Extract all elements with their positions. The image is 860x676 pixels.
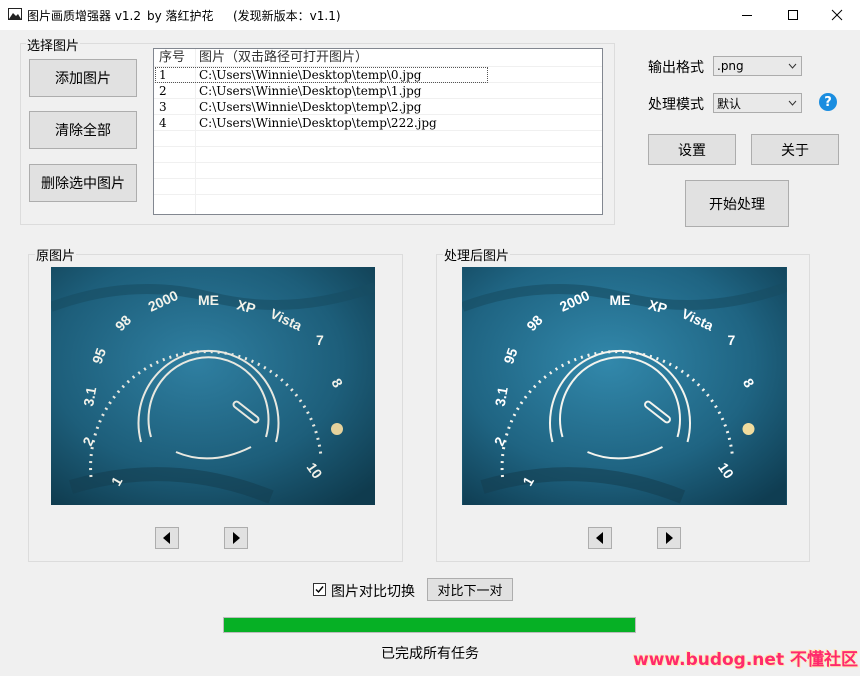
delete-selected-button[interactable]: 删除选中图片 <box>29 164 137 202</box>
triangle-right-icon <box>666 532 673 544</box>
dial-photo-processed: 1 2 3.1 95 98 2000 ME XP Vista 7 8 10 <box>462 267 787 505</box>
processed-next-button[interactable] <box>657 527 681 549</box>
dial-label: 3.1 <box>492 385 511 407</box>
output-format-label: 输出格式 <box>648 60 704 76</box>
file-list[interactable]: 序号 图片（双击路径可打开图片） 1 C:\Users\Winnie\Deskt… <box>153 48 603 215</box>
row-path[interactable]: C:\Users\Winnie\Desktop\temp\222.jpg <box>199 115 437 131</box>
dial-label: 7 <box>316 332 324 348</box>
progress-fill <box>224 618 635 632</box>
processing-mode-select[interactable]: 默认 <box>713 93 802 113</box>
column-header-index[interactable]: 序号 <box>159 49 185 66</box>
close-icon <box>831 9 843 21</box>
select-images-label: 选择图片 <box>26 35 81 54</box>
output-format-select[interactable]: .png <box>713 56 802 76</box>
dial-label: ME <box>610 292 631 308</box>
status-text: 已完成所有任务 <box>381 646 479 662</box>
processing-mode-label: 处理模式 <box>648 97 704 113</box>
row-path[interactable]: C:\Users\Winnie\Desktop\temp\2.jpg <box>199 99 421 115</box>
clear-all-button[interactable]: 清除全部 <box>29 111 137 149</box>
compare-toggle-label[interactable]: 图片对比切换 <box>331 581 415 601</box>
compare-toggle-checkbox[interactable] <box>313 583 326 596</box>
settings-button[interactable]: 设置 <box>648 134 736 165</box>
original-image-label: 原图片 <box>35 245 77 264</box>
row-index: 2 <box>159 84 167 98</box>
progress-bar <box>223 617 636 633</box>
maximize-button[interactable] <box>770 0 816 30</box>
row-index: 3 <box>159 100 167 114</box>
triangle-left-icon <box>596 532 603 544</box>
row-index: 1 <box>159 68 167 82</box>
original-prev-button[interactable] <box>155 527 179 549</box>
processed-image: 1 2 3.1 95 98 2000 ME XP Vista 7 8 10 <box>462 267 787 505</box>
update-notice-link[interactable]: (发现新版本：v1.1) <box>233 7 341 24</box>
original-image: 1 2 3.1 95 98 2000 ME XP Vista 7 8 10 <box>51 267 375 505</box>
compare-next-pair-button[interactable]: 对比下一对 <box>427 578 513 601</box>
windows-logo-icon <box>331 423 343 435</box>
window-title: 图片画质增强器 v1.2 <box>27 9 142 23</box>
maximize-icon <box>788 10 798 20</box>
processed-image-label: 处理后图片 <box>443 245 511 264</box>
processed-prev-button[interactable] <box>588 527 612 549</box>
output-format-value: .png <box>717 59 744 73</box>
triangle-right-icon <box>233 532 240 544</box>
row-index: 4 <box>159 116 167 130</box>
close-button[interactable] <box>814 0 860 30</box>
app-image-icon <box>8 8 22 20</box>
dial-label: ME <box>198 292 219 308</box>
dial-label: 7 <box>728 332 736 348</box>
original-next-button[interactable] <box>224 527 248 549</box>
row-path[interactable]: C:\Users\Winnie\Desktop\temp\1.jpg <box>199 83 421 99</box>
chevron-down-icon <box>788 100 797 106</box>
column-header-path[interactable]: 图片（双击路径可打开图片） <box>199 49 368 66</box>
help-icon[interactable]: ? <box>819 93 837 111</box>
add-image-button[interactable]: 添加图片 <box>29 59 137 97</box>
title-bar: 图片画质增强器 v1.2 by 落红护花 (发现新版本：v1.1) <box>0 0 860 30</box>
author-label: by 落红护花 <box>147 9 214 23</box>
dial-label: 3.1 <box>80 385 99 407</box>
processing-mode-value: 默认 <box>717 96 742 111</box>
about-button[interactable]: 关于 <box>751 134 839 165</box>
chevron-down-icon <box>788 63 797 69</box>
triangle-left-icon <box>163 532 170 544</box>
windows-logo-icon <box>742 423 755 435</box>
row-path[interactable]: C:\Users\Winnie\Desktop\temp\0.jpg <box>199 67 421 83</box>
minimize-button[interactable] <box>724 0 770 30</box>
watermark: www.budog.net 不懂社区 <box>633 649 858 670</box>
start-processing-button[interactable]: 开始处理 <box>685 180 789 227</box>
checkmark-icon <box>315 586 324 594</box>
dial-photo-original: 1 2 3.1 95 98 2000 ME XP Vista 7 8 10 <box>51 267 375 505</box>
minimize-icon <box>742 15 752 16</box>
